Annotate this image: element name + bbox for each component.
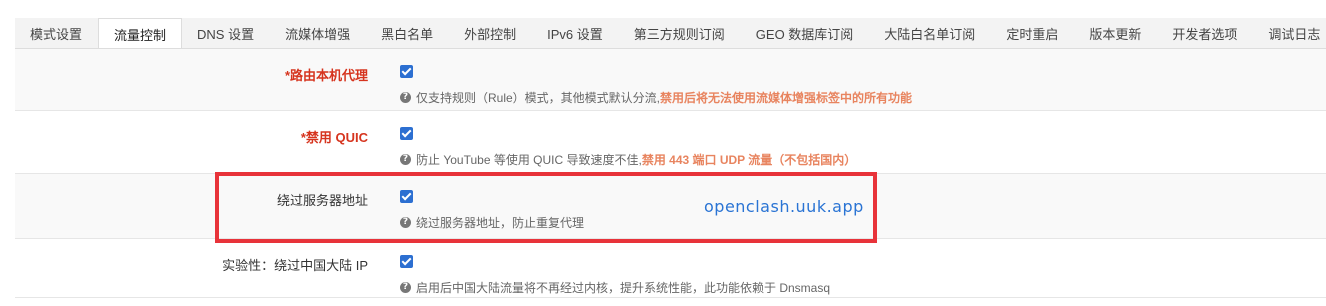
tab-mainland-whitelist[interactable]: 大陆白名单订阅: [869, 18, 991, 48]
help-text: 防止 YouTube 等使用 QUIC 导致速度不佳,: [416, 153, 642, 167]
setting-label: 实验性：绕过中国大陆 IP: [222, 258, 368, 273]
help-warning: 禁用 443 端口 UDP 流量（不包括国内）: [641, 153, 857, 167]
setting-help: ? 绕过服务器地址，防止重复代理: [400, 214, 584, 231]
tab-mode-settings[interactable]: 模式设置: [15, 18, 98, 48]
help-text: 仅支持规则（Rule）模式，其他模式默认分流,: [416, 91, 661, 105]
tab-ipv6-settings[interactable]: IPv6 设置: [532, 18, 619, 48]
tab-streaming-enhance[interactable]: 流媒体增强: [270, 18, 366, 48]
tab-geo-database[interactable]: GEO 数据库订阅: [741, 18, 870, 48]
help-warning: 禁用后将无法使用流媒体增强标签中的所有功能: [660, 91, 913, 105]
setting-help: ? 防止 YouTube 等使用 QUIC 导致速度不佳, 禁用 443 端口 …: [400, 151, 856, 168]
tab-dns-settings[interactable]: DNS 设置: [182, 18, 270, 48]
tab-debug-log[interactable]: 调试日志: [1253, 18, 1326, 48]
bypass-china-ip-checkbox[interactable]: [400, 255, 413, 268]
tab-developer-options[interactable]: 开发者选项: [1157, 18, 1253, 48]
setting-label: *禁用 QUIC: [300, 130, 368, 145]
tab-version-update[interactable]: 版本更新: [1074, 18, 1157, 48]
setting-label: 绕过服务器地址: [276, 193, 368, 208]
bypass-server-address-checkbox[interactable]: [400, 190, 413, 203]
settings-list: *路由本机代理 ? 仅支持规则（Rule）模式，其他模式默认分流, 禁用后将无法…: [15, 49, 1326, 298]
tab-black-white-list[interactable]: 黑白名单: [366, 18, 449, 48]
tab-traffic-control[interactable]: 流量控制: [98, 18, 183, 48]
watermark-text: openclash.uuk.app: [704, 197, 864, 216]
route-local-proxy-checkbox[interactable]: [400, 65, 413, 78]
question-circle-icon: ?: [400, 217, 411, 228]
setting-help: ? 启用后中国大陆流量将不再经过内核，提升系统性能，此功能依赖于 Dnsmasq: [400, 279, 830, 296]
help-text: 绕过服务器地址，防止重复代理: [416, 216, 585, 230]
tab-external-control[interactable]: 外部控制: [449, 18, 532, 48]
question-circle-icon: ?: [400, 282, 411, 293]
setting-help: ? 仅支持规则（Rule）模式，其他模式默认分流, 禁用后将无法使用流媒体增强标…: [400, 89, 912, 106]
setting-row-route-local-proxy: *路由本机代理 ? 仅支持规则（Rule）模式，其他模式默认分流, 禁用后将无法…: [15, 49, 1326, 111]
tab-scheduled-restart[interactable]: 定时重启: [991, 18, 1074, 48]
setting-row-bypass-server-address: 绕过服务器地址 ? 绕过服务器地址，防止重复代理: [15, 174, 1326, 239]
tab-third-party-rules[interactable]: 第三方规则订阅: [619, 18, 741, 48]
disable-quic-checkbox[interactable]: [400, 127, 413, 140]
setting-row-bypass-china-ip: 实验性：绕过中国大陆 IP ? 启用后中国大陆流量将不再经过内核，提升系统性能，…: [15, 239, 1326, 298]
setting-row-disable-quic: *禁用 QUIC ? 防止 YouTube 等使用 QUIC 导致速度不佳, 禁…: [15, 111, 1326, 174]
tab-bar: 模式设置 流量控制 DNS 设置 流媒体增强 黑白名单 外部控制 IPv6 设置…: [15, 18, 1326, 49]
help-text: 启用后中国大陆流量将不再经过内核，提升系统性能，此功能依赖于 Dnsmasq: [416, 281, 831, 295]
question-circle-icon: ?: [400, 92, 411, 103]
question-circle-icon: ?: [400, 154, 411, 165]
setting-label: *路由本机代理: [284, 68, 368, 83]
